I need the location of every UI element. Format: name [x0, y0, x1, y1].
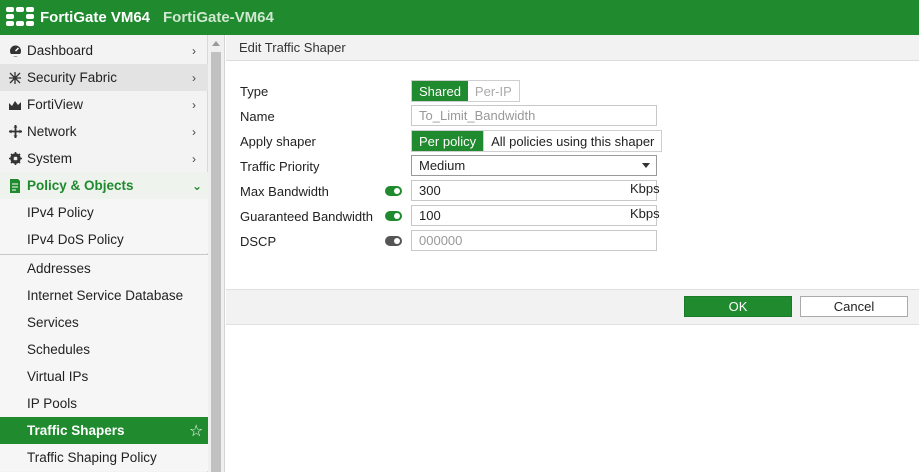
sidebar-item-fortiview[interactable]: FortiView › [0, 91, 208, 118]
guaranteed-bandwidth-input[interactable]: 100 [411, 205, 657, 226]
ok-button[interactable]: OK [684, 296, 792, 317]
chevron-down-icon: ⌄ [192, 178, 203, 193]
traffic-priority-value: Medium [419, 158, 466, 173]
sidebar-item-label: Dashboard [27, 43, 94, 58]
guaranteed-bandwidth-unit: Kbps [630, 206, 660, 221]
sidebar-subitem-label: Traffic Shaping Policy [27, 450, 157, 465]
sidebar-item-label: Network [27, 124, 77, 139]
dropdown-caret-icon [642, 163, 650, 168]
sidebar-subitem-services[interactable]: Services [0, 309, 208, 336]
sidebar-item-label: FortiView [27, 97, 84, 112]
traffic-priority-select[interactable]: Medium [411, 155, 657, 176]
apply-shaper-all-policies-option[interactable]: All policies using this shaper [483, 131, 662, 151]
sidebar-subitem-addresses[interactable]: Addresses [0, 255, 208, 282]
chevron-right-icon: › [192, 124, 196, 139]
sidebar-subitem-label: Virtual IPs [27, 369, 89, 384]
chevron-right-icon: › [192, 43, 196, 58]
sidebar-subitem-label: IP Pools [27, 396, 78, 411]
sidebar-item-system[interactable]: System › [0, 145, 208, 172]
sidebar: Dashboard › Security Fabric › FortiView … [0, 35, 208, 472]
sidebar-subitem-schedules[interactable]: Schedules [0, 336, 208, 363]
star-favorite-icon[interactable]: ☆ [189, 421, 203, 441]
dscp-input[interactable]: 000000 [411, 230, 657, 251]
panel-title: Edit Traffic Shaper [226, 35, 919, 61]
top-header: FortiGate VM64 FortiGate-VM64 [0, 0, 919, 35]
apply-shaper-toggle-group: Per policy All policies using this shape… [411, 130, 663, 152]
security-fabric-icon [8, 71, 22, 85]
scrollbar-thumb[interactable] [211, 52, 221, 472]
policy-icon [8, 178, 22, 193]
sidebar-scrollbar[interactable] [208, 35, 225, 472]
type-per-ip-option[interactable]: Per-IP [467, 81, 519, 101]
type-label: Type [240, 84, 269, 99]
gear-icon [8, 152, 22, 166]
sidebar-item-label: Security Fabric [27, 70, 118, 85]
apply-shaper-per-policy-option[interactable]: Per policy [412, 131, 484, 151]
sidebar-subitem-traffic-shapers[interactable]: Traffic Shapers ☆ [0, 417, 208, 444]
sidebar-subitem-label: IPv4 Policy [27, 205, 94, 220]
sidebar-item-dashboard[interactable]: Dashboard › [0, 37, 208, 64]
sidebar-subitem-label: IPv4 DoS Policy [27, 232, 124, 247]
sidebar-subitem-internet-service-database[interactable]: Internet Service Database [0, 282, 208, 309]
sidebar-subitem-label: Addresses [27, 261, 91, 276]
name-input[interactable]: To_Limit_Bandwidth [411, 105, 657, 126]
sidebar-subitem-ip-pools[interactable]: IP Pools [0, 390, 208, 417]
max-bandwidth-input[interactable]: 300 [411, 180, 657, 201]
traffic-priority-label: Traffic Priority [240, 159, 320, 174]
sidebar-subitem-label: Schedules [27, 342, 91, 357]
apply-shaper-label: Apply shaper [240, 134, 316, 149]
chevron-right-icon: › [192, 151, 196, 166]
sidebar-subitem-virtual-ips[interactable]: Virtual IPs [0, 363, 208, 390]
sidebar-item-label: System [27, 151, 73, 166]
product-name: FortiGate VM64 [40, 9, 151, 26]
network-icon [8, 125, 22, 139]
type-shared-option[interactable]: Shared [412, 81, 468, 101]
sidebar-item-network[interactable]: Network › [0, 118, 208, 145]
name-label: Name [240, 109, 275, 124]
sidebar-item-security-fabric[interactable]: Security Fabric › [0, 64, 208, 91]
sidebar-item-policy-objects[interactable]: Policy & Objects ⌄ [0, 172, 208, 199]
chevron-right-icon: › [192, 97, 196, 112]
fortiview-icon [8, 98, 22, 112]
type-toggle-group: Shared Per-IP [411, 80, 520, 102]
cancel-button[interactable]: Cancel [800, 296, 908, 317]
sidebar-item-label: Policy & Objects [27, 178, 134, 193]
max-bandwidth-label: Max Bandwidth [240, 184, 329, 199]
sidebar-subitem-label: Services [27, 315, 79, 330]
max-bandwidth-unit: Kbps [630, 181, 660, 196]
sidebar-subitem-ipv4-policy[interactable]: IPv4 Policy [0, 199, 208, 226]
scroll-up-arrow-icon[interactable] [212, 41, 220, 46]
guaranteed-bandwidth-label: Guaranteed Bandwidth [240, 209, 373, 224]
chevron-right-icon: › [192, 70, 196, 85]
dashboard-icon [8, 44, 22, 58]
sidebar-subitem-ipv4-dos-policy[interactable]: IPv4 DoS Policy [0, 226, 208, 253]
sidebar-subitem-label: Traffic Shapers [27, 423, 125, 438]
fortinet-logo-icon[interactable] [6, 7, 34, 27]
dscp-toggle[interactable] [385, 236, 402, 246]
sidebar-subitem-label: Internet Service Database [27, 288, 184, 303]
max-bandwidth-toggle[interactable] [385, 186, 402, 196]
guaranteed-bandwidth-toggle[interactable] [385, 211, 402, 221]
sidebar-subitem-traffic-shaping-policy[interactable]: Traffic Shaping Policy [0, 444, 208, 471]
hostname: FortiGate-VM64 [163, 9, 274, 26]
dscp-label: DSCP [240, 234, 277, 249]
